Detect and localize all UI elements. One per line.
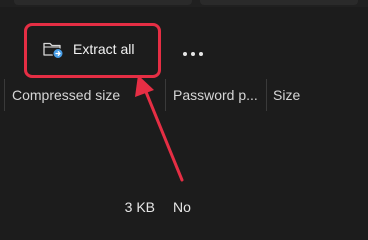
file-row[interactable]: 3 KB No (0, 195, 368, 221)
column-separator[interactable] (266, 79, 267, 111)
more-dot-icon (183, 52, 187, 56)
extract-all-label: Extract all (73, 41, 135, 57)
folder-extract-icon (42, 38, 64, 60)
column-separator[interactable] (165, 79, 166, 111)
more-dot-icon (191, 52, 195, 56)
more-options-button[interactable] (178, 43, 208, 65)
column-header-size[interactable]: Size (273, 87, 300, 103)
password-protected-cell: No (173, 199, 191, 215)
column-header-row: Compressed size Password p... Size (0, 79, 368, 111)
column-separator[interactable] (4, 79, 5, 111)
command-bar: Extract all (0, 7, 368, 79)
title-bar-segment (14, 0, 192, 5)
more-dot-icon (199, 52, 203, 56)
column-header-compressed-size[interactable]: Compressed size (12, 87, 120, 103)
compressed-size-cell: 3 KB (124, 199, 155, 215)
extract-all-button[interactable]: Extract all (34, 34, 152, 64)
column-header-password-protected[interactable]: Password p... (173, 87, 258, 103)
title-bar-segment (200, 0, 358, 5)
title-bar-strip (0, 0, 368, 7)
